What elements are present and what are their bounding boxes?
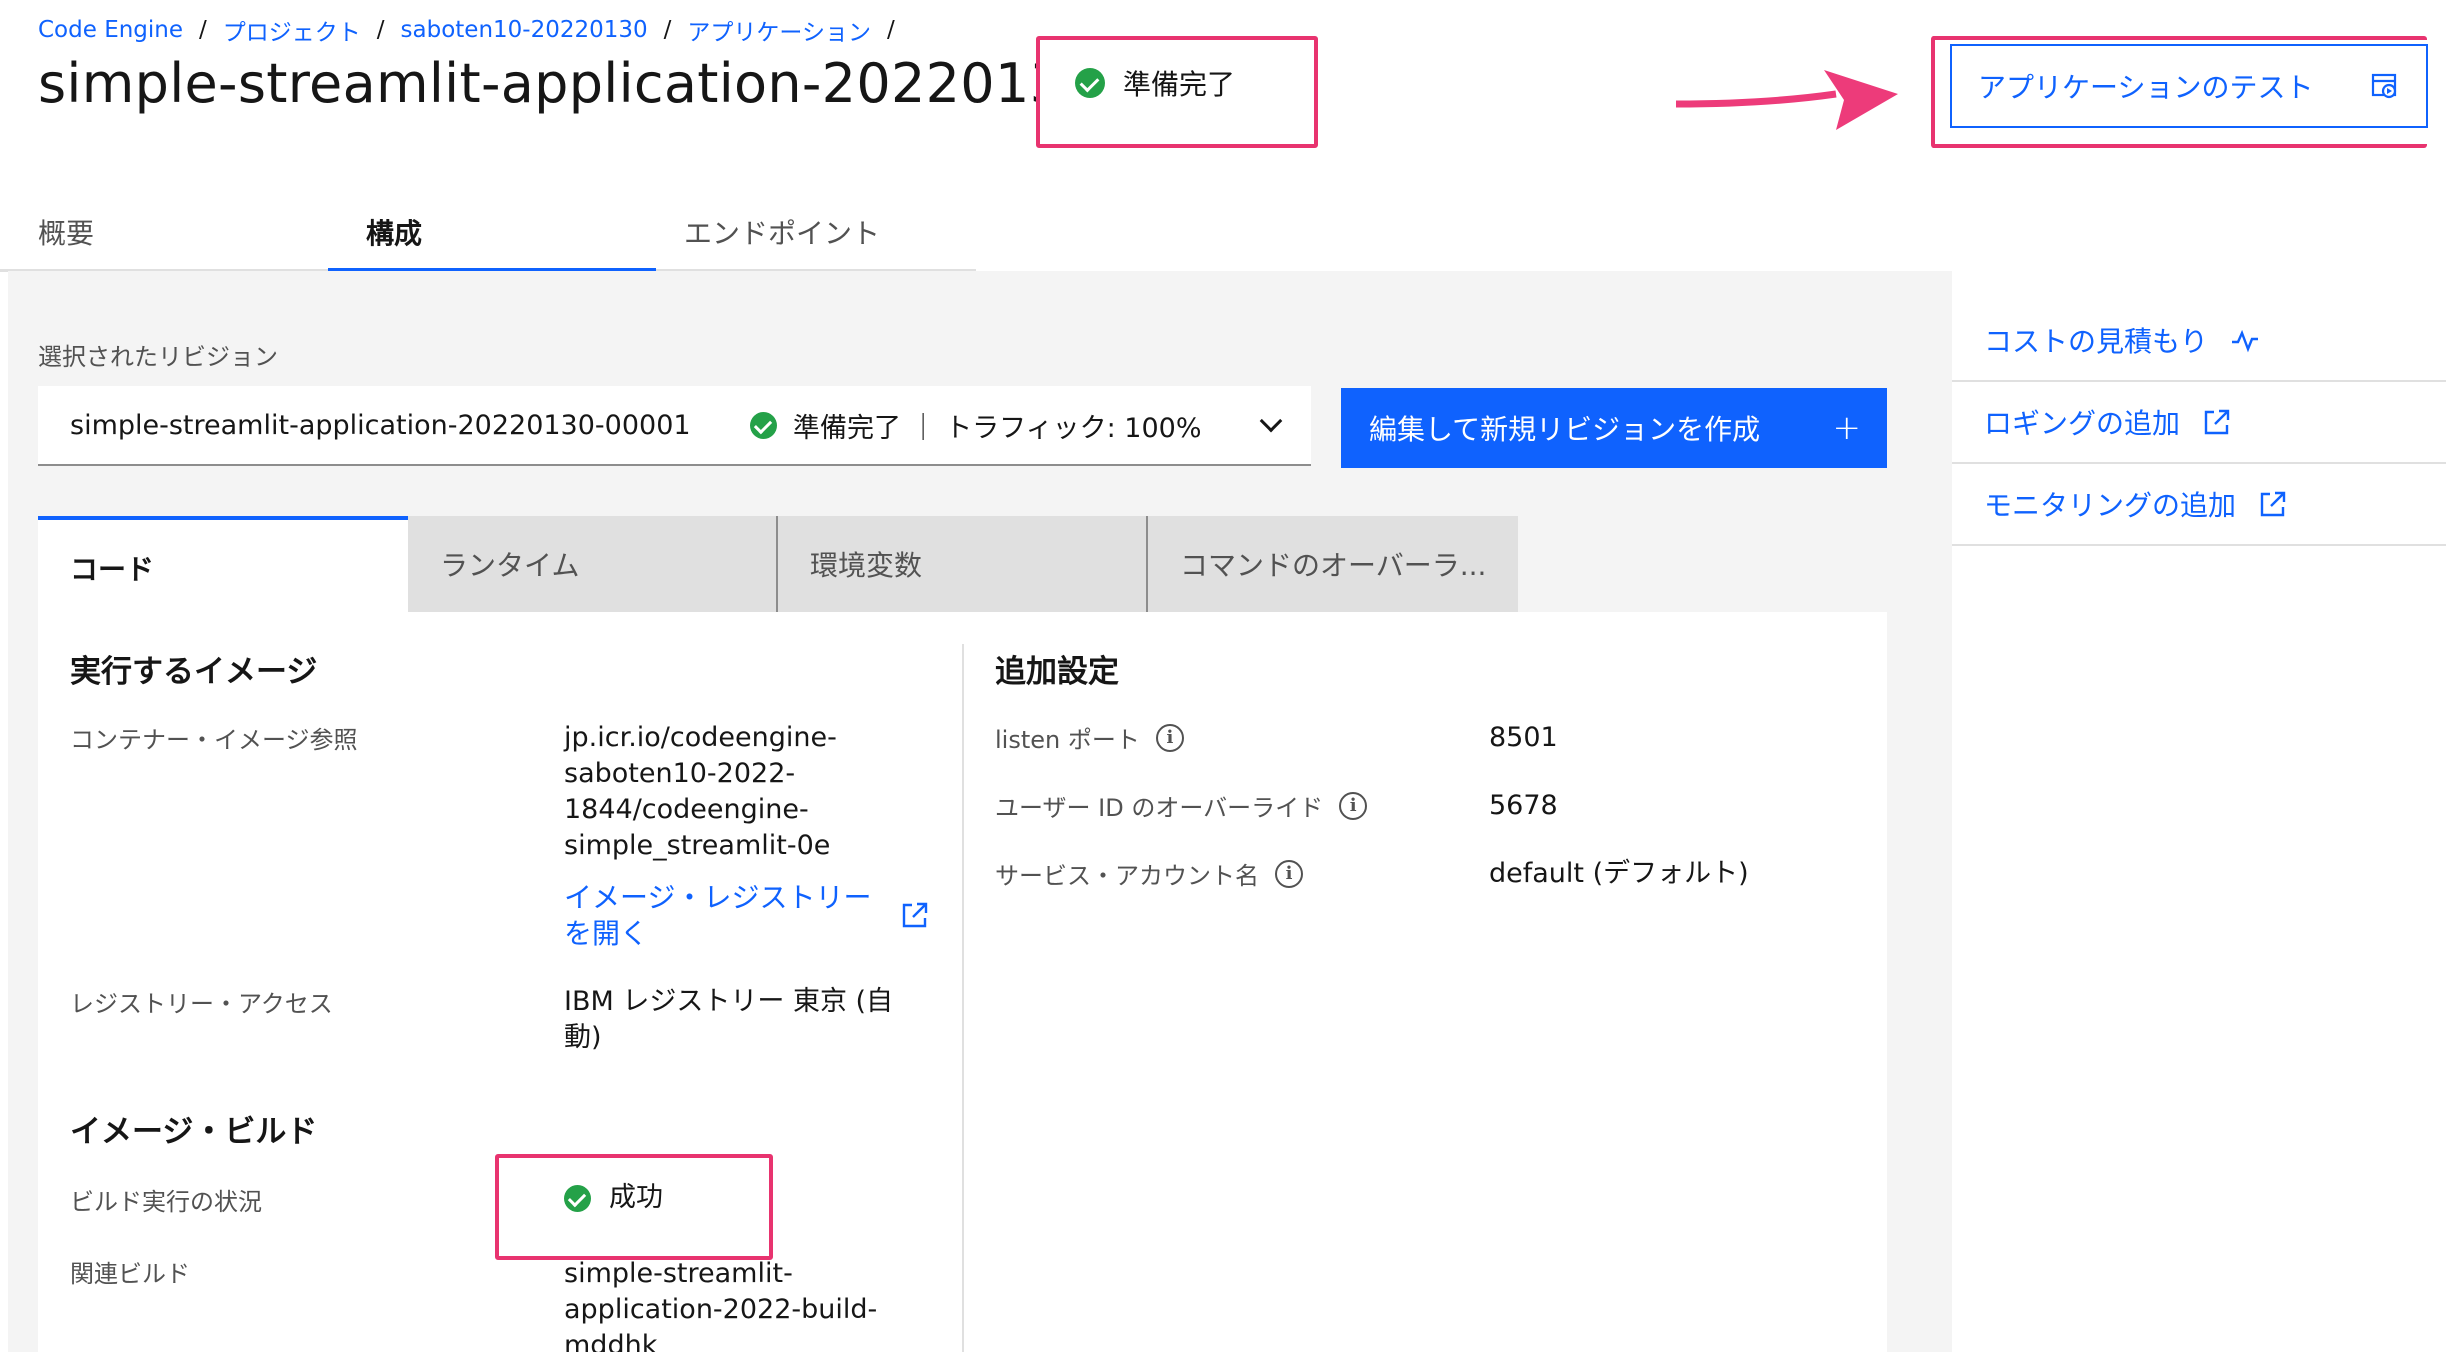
- tab-runtime[interactable]: ランタイム: [408, 516, 778, 612]
- create-revision-label: 編集して新規リビジョンを作成: [1369, 413, 1761, 446]
- image-section-title: 実行するイメージ: [70, 654, 318, 690]
- additional-settings-title: 追加設定: [995, 654, 1119, 690]
- listen-port-label: listen ポート: [995, 720, 1184, 755]
- sidebar-item-label: モニタリングの追加: [1984, 489, 2237, 522]
- container-image-line: 1844/codeengine-: [564, 794, 809, 825]
- sidebar-item-label: ロギングの追加: [1984, 407, 2181, 440]
- cost-chart-icon: [2232, 329, 2259, 353]
- revision-status-text: 準備完了 ｜ トラフィック: 100%: [793, 412, 1202, 444]
- highlight-box: [1036, 36, 1318, 148]
- listen-port-label-text: listen ポート: [995, 726, 1140, 754]
- create-revision-button[interactable]: 編集して新規リビジョンを作成 +: [1341, 388, 1887, 468]
- build-status-label: ビルド実行の状況: [70, 1188, 262, 1216]
- revision-name: simple-streamlit-application-20220130-00…: [70, 409, 691, 441]
- breadcrumb-separator: /: [886, 17, 895, 43]
- user-id-override-label-text: ユーザー ID のオーバーライド: [995, 794, 1324, 822]
- related-build-line: application-2022-build-: [564, 1294, 878, 1325]
- revision-status: 準備完了 ｜ トラフィック: 100%: [750, 406, 1263, 445]
- open-registry-link-line: イメージ・レジストリー: [564, 881, 872, 914]
- sidebar-item-add-monitoring[interactable]: モニタリングの追加: [1952, 464, 2446, 546]
- breadcrumb-separator: /: [199, 17, 207, 43]
- highlight-box: [495, 1154, 773, 1260]
- breadcrumb-code-engine[interactable]: Code Engine: [38, 17, 183, 43]
- user-id-override-value: 5678: [1489, 790, 1558, 821]
- listen-port-value: 8501: [1489, 722, 1558, 753]
- breadcrumb-separator: /: [376, 17, 385, 43]
- info-icon[interactable]: [1275, 859, 1303, 888]
- container-image-value: jp.icr.io/codeengine- saboten10-2022- 18…: [564, 720, 837, 864]
- container-image-line: jp.icr.io/codeengine-: [564, 722, 837, 753]
- registry-access-line: IBM レジストリー 東京 (自: [564, 986, 894, 1017]
- info-icon[interactable]: [1155, 723, 1184, 752]
- related-build-line: mddhk: [564, 1330, 658, 1352]
- registry-access-line: 動): [564, 1022, 602, 1053]
- plus-icon: +: [1832, 408, 1862, 448]
- container-image-label: コンテナー・イメージ参照: [70, 726, 358, 754]
- breadcrumb-applications[interactable]: アプリケーション: [687, 13, 871, 47]
- related-build-value: simple-streamlit- application-2022-build…: [564, 1256, 877, 1352]
- annotation-arrow-icon: [1676, 70, 1898, 130]
- service-account-value: default (デフォルト): [1489, 858, 1749, 889]
- container-image-line: saboten10-2022-: [564, 758, 796, 789]
- service-account-label: サービス・アカウント名: [995, 856, 1303, 891]
- tab-code[interactable]: コード: [38, 516, 408, 612]
- page-tabs: 概要 構成 エンドポイント: [0, 200, 976, 272]
- build-section-title: イメージ・ビルド: [70, 1114, 318, 1150]
- tab-configuration[interactable]: 構成: [328, 200, 656, 272]
- page-title: simple-streamlit-application-20220130: [38, 52, 1038, 115]
- breadcrumb: Code Engine / プロジェクト / saboten10-2022013…: [38, 12, 911, 48]
- chevron-down-icon: [1259, 409, 1283, 433]
- info-icon[interactable]: [1339, 791, 1368, 820]
- user-id-override-label: ユーザー ID のオーバーライド: [995, 788, 1368, 823]
- sidebar-item-add-logging[interactable]: ロギングの追加: [1952, 382, 2446, 464]
- external-link-icon: [2204, 409, 2230, 435]
- revision-dropdown[interactable]: simple-streamlit-application-20220130-00…: [38, 386, 1311, 466]
- registry-access-label: レジストリー・アクセス: [70, 990, 333, 1018]
- breadcrumb-project[interactable]: saboten10-20220130: [401, 17, 648, 43]
- tab-environment-variables[interactable]: 環境変数: [778, 516, 1148, 612]
- registry-access-value: IBM レジストリー 東京 (自 動): [564, 984, 893, 1056]
- open-registry-link[interactable]: イメージ・レジストリー を開く: [564, 880, 871, 952]
- sidebar-item-cost-estimate[interactable]: コストの見積もり: [1952, 300, 2446, 382]
- tab-overview[interactable]: 概要: [0, 200, 328, 272]
- related-build-label: 関連ビルド: [70, 1260, 190, 1288]
- section-divider: [962, 644, 964, 1352]
- external-link-icon[interactable]: [900, 900, 930, 930]
- tab-command-overrides[interactable]: コマンドのオーバーラ...: [1148, 516, 1518, 612]
- open-registry-link-line: を開く: [564, 917, 649, 950]
- breadcrumb-projects[interactable]: プロジェクト: [223, 13, 361, 47]
- related-build-line: simple-streamlit-: [564, 1258, 793, 1289]
- checkmark-icon: [750, 411, 777, 439]
- tab-endpoints[interactable]: エンドポイント: [656, 200, 976, 272]
- container-image-line: simple_streamlit-0e: [564, 830, 831, 861]
- content-tabs: コード ランタイム 環境変数 コマンドのオーバーラ...: [38, 516, 1518, 612]
- breadcrumb-separator: /: [663, 17, 672, 43]
- highlight-box: [1931, 36, 2427, 148]
- external-link-icon: [2260, 491, 2286, 517]
- service-account-label-text: サービス・アカウント名: [995, 862, 1259, 890]
- sidebar-item-label: コストの見積もり: [1984, 325, 2209, 358]
- selected-revision-label: 選択されたリビジョン: [38, 343, 278, 371]
